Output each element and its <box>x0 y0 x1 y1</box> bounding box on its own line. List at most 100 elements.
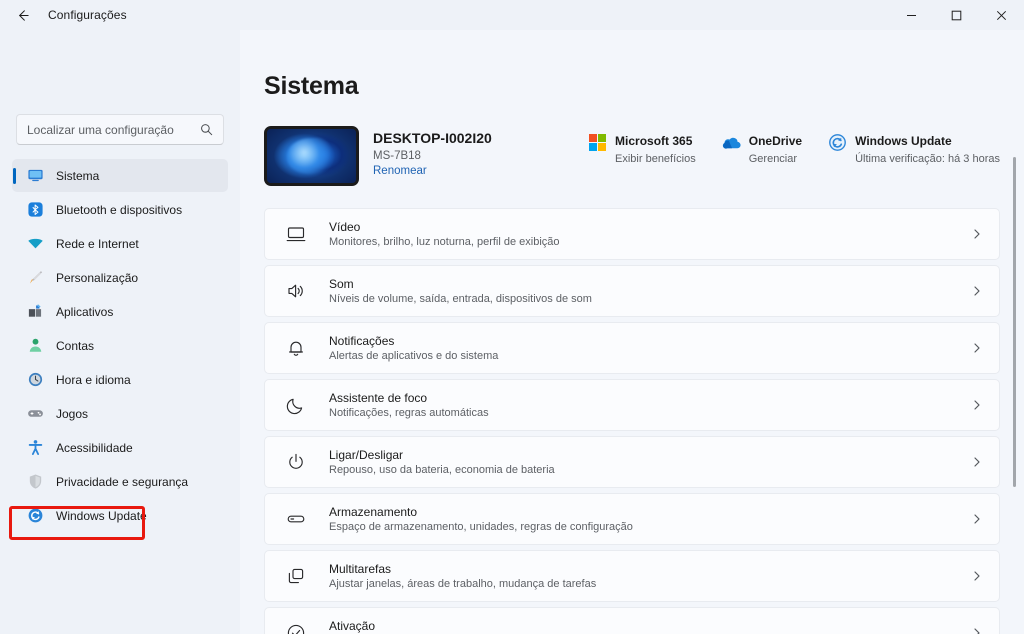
scrollbar-thumb[interactable] <box>1013 157 1016 487</box>
search-input[interactable]: Localizar uma configuração <box>16 114 224 145</box>
maximize-icon <box>951 10 962 21</box>
sidebar-item-privacidade[interactable]: Privacidade e segurança <box>12 465 228 498</box>
sidebar-item-label: Jogos <box>56 406 89 421</box>
close-icon <box>996 10 1007 21</box>
back-arrow-icon <box>15 8 30 23</box>
vertical-scrollbar[interactable] <box>1009 30 1020 634</box>
chevron-right-icon <box>971 228 983 240</box>
sidebar-item-hora[interactable]: Hora e idioma <box>12 363 228 396</box>
sidebar-item-contas[interactable]: Contas <box>12 329 228 362</box>
update-icon <box>26 507 44 525</box>
onedrive-cloud-icon <box>722 133 741 152</box>
service-onedrive[interactable]: OneDrive Gerenciar <box>722 132 802 165</box>
device-header: DESKTOP-I002I20 MS-7B18 Renomear Microso… <box>260 126 1000 186</box>
sidebar-nav: Sistema Bluetooth e dispositivos Rede e … <box>8 159 232 532</box>
shield-icon <box>26 473 44 491</box>
windows-bloom-wallpaper-icon <box>267 129 356 183</box>
apps-icon <box>26 303 44 321</box>
row-subtitle: Alertas de aplicativos e do sistema <box>329 350 499 362</box>
chevron-right-icon <box>971 399 983 411</box>
service-subtitle: Exibir benefícios <box>615 153 696 165</box>
row-title: Vídeo <box>329 220 361 234</box>
row-title: Ligar/Desligar <box>329 448 404 462</box>
settings-row-ativacao[interactable]: Ativação Estado de ativação, assinaturas… <box>264 607 1000 634</box>
sidebar-item-label: Contas <box>56 338 95 353</box>
multitask-icon <box>285 566 307 586</box>
power-icon <box>285 452 307 472</box>
settings-row-armazenamento[interactable]: Armazenamento Espaço de armazenamento, u… <box>264 493 1000 545</box>
row-subtitle: Espaço de armazenamento, unidades, regra… <box>329 521 633 533</box>
microsoft-logo-icon <box>588 133 607 152</box>
monitor-icon <box>26 167 44 185</box>
sidebar-item-label: Sistema <box>56 168 100 183</box>
row-title: Som <box>329 277 354 291</box>
bluetooth-icon <box>26 201 44 219</box>
search-container: Localizar uma configuração <box>16 114 224 145</box>
minimize-button[interactable] <box>889 0 934 30</box>
service-title: Microsoft 365 <box>615 134 693 148</box>
moon-icon <box>285 395 307 415</box>
close-button[interactable] <box>979 0 1024 30</box>
search-icon <box>200 123 213 136</box>
settings-row-multitarefas[interactable]: Multitarefas Ajustar janelas, áreas de t… <box>264 550 1000 602</box>
sidebar-item-bluetooth[interactable]: Bluetooth e dispositivos <box>12 193 228 226</box>
sidebar-item-label: Rede e Internet <box>56 236 139 251</box>
settings-list: Vídeo Monitores, brilho, luz noturna, pe… <box>260 208 1000 634</box>
settings-window: Configurações Localizar uma configuração… <box>0 0 1024 634</box>
service-subtitle: Última verificação: há 3 horas <box>855 153 1000 165</box>
speaker-icon <box>285 281 307 301</box>
service-title: Windows Update <box>855 134 952 148</box>
row-subtitle: Monitores, brilho, luz noturna, perfil d… <box>329 236 560 248</box>
sidebar-item-label: Aplicativos <box>56 304 114 319</box>
sidebar-item-label: Windows Update <box>56 508 147 523</box>
chevron-right-icon <box>971 627 983 634</box>
chevron-right-icon <box>971 570 983 582</box>
sidebar-item-sistema[interactable]: Sistema <box>12 159 228 192</box>
row-title: Notificações <box>329 334 395 348</box>
settings-row-assistente-de-foco[interactable]: Assistente de foco Notificações, regras … <box>264 379 1000 431</box>
sidebar-item-rede[interactable]: Rede e Internet <box>12 227 228 260</box>
sidebar-item-aplicativos[interactable]: Aplicativos <box>12 295 228 328</box>
row-title: Multitarefas <box>329 562 392 576</box>
settings-row-som[interactable]: Som Níveis de volume, saída, entrada, di… <box>264 265 1000 317</box>
bell-icon <box>285 338 307 358</box>
maximize-button[interactable] <box>934 0 979 30</box>
sidebar-item-windows-update[interactable]: Windows Update <box>12 499 228 532</box>
row-title: Armazenamento <box>329 505 418 519</box>
settings-row-notificacoes[interactable]: Notificações Alertas de aplicativos e do… <box>264 322 1000 374</box>
chevron-right-icon <box>971 285 983 297</box>
back-button[interactable] <box>6 0 38 30</box>
minimize-icon <box>906 10 917 21</box>
title-bar: Configurações <box>0 0 1024 30</box>
app-title: Configurações <box>48 8 127 22</box>
row-title: Ativação <box>329 619 376 633</box>
sidebar-item-acessibilidade[interactable]: Acessibilidade <box>12 431 228 464</box>
clock-icon <box>26 371 44 389</box>
window-controls <box>889 0 1024 30</box>
display-icon <box>285 224 307 244</box>
row-subtitle: Notificações, regras automáticas <box>329 407 489 419</box>
sidebar-item-personalizacao[interactable]: Personalização <box>12 261 228 294</box>
device-model: MS-7B18 <box>373 150 421 162</box>
wifi-icon <box>26 235 44 253</box>
service-microsoft-365[interactable]: Microsoft 365 Exibir benefícios <box>588 132 696 165</box>
settings-row-video[interactable]: Vídeo Monitores, brilho, luz noturna, pe… <box>264 208 1000 260</box>
service-windows-update[interactable]: Windows Update Última verificação: há 3 … <box>828 132 1000 165</box>
service-subtitle: Gerenciar <box>748 153 798 165</box>
service-shortcuts: Microsoft 365 Exibir benefícios OneDrive… <box>588 126 1000 165</box>
sidebar-item-label: Acessibilidade <box>56 440 133 455</box>
page-title: Sistema <box>264 72 359 100</box>
row-title: Assistente de foco <box>329 391 428 405</box>
search-placeholder: Localizar uma configuração <box>27 122 174 137</box>
check-circle-icon <box>285 623 307 634</box>
person-icon <box>26 337 44 355</box>
sidebar-item-jogos[interactable]: Jogos <box>12 397 228 430</box>
sidebar-item-label: Hora e idioma <box>56 372 131 387</box>
service-title: OneDrive <box>748 134 803 148</box>
window-body: Localizar uma configuração Sistema Bluet… <box>0 30 1024 634</box>
rename-link[interactable]: Renomear <box>373 165 492 177</box>
settings-row-ligar-desligar[interactable]: Ligar/Desligar Repouso, uso da bateria, … <box>264 436 1000 488</box>
sidebar: Localizar uma configuração Sistema Bluet… <box>0 30 240 634</box>
sidebar-item-label: Personalização <box>56 270 139 285</box>
row-subtitle: Repouso, uso da bateria, economia de bat… <box>329 464 555 476</box>
